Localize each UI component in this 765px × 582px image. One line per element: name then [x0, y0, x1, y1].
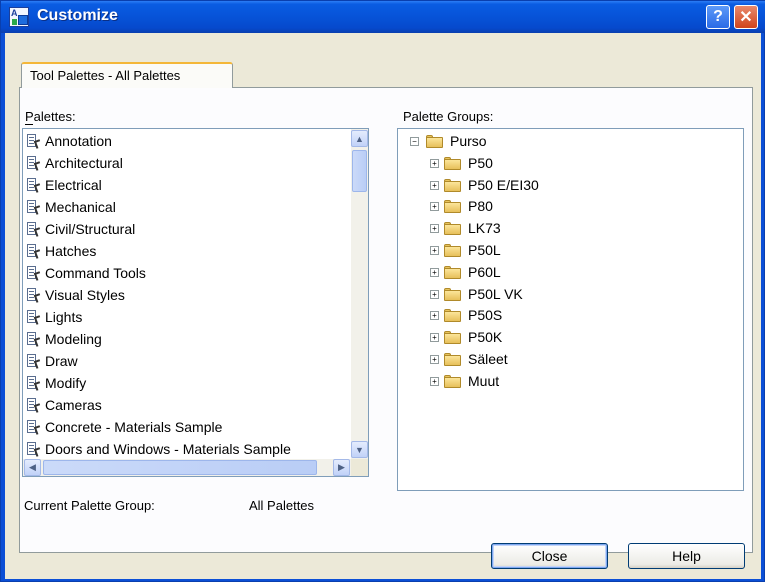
palette-name: Concrete - Materials Sample	[45, 419, 223, 435]
dialog-client-area: Tool Palettes - All Palettes Palettes: D…	[5, 33, 761, 579]
expand-toggle-icon[interactable]: +	[430, 224, 439, 234]
folder-icon	[444, 178, 461, 192]
tab-tool-palettes[interactable]: Tool Palettes - All Palettes	[21, 62, 233, 88]
tree-node-label: P80	[468, 198, 493, 215]
tool-palette-icon	[27, 442, 43, 457]
current-palette-group-value: All Palettes	[249, 498, 315, 513]
palette-name: Visual Styles	[45, 287, 125, 303]
expand-toggle-icon[interactable]: +	[430, 355, 439, 364]
tree-node-label: P50K	[468, 329, 503, 346]
scrollbar-corner	[351, 459, 368, 476]
expand-toggle-icon[interactable]: +	[430, 158, 439, 168]
title-bar[interactable]: A Customize ? ✕	[1, 1, 765, 33]
palette-name: Annotation	[45, 133, 112, 149]
tool-palette-icon	[27, 398, 43, 413]
tree-node-label: P60L	[468, 263, 501, 280]
tree-node-label: P50 E/EI30	[468, 176, 539, 193]
palette-name: Modeling	[45, 331, 102, 347]
folder-icon	[444, 374, 461, 388]
customize-dialog: A Customize ? ✕ Tool Palettes - All Pale…	[0, 0, 765, 582]
tree-node-label: P50L VK	[468, 285, 523, 302]
palette-groups-tree[interactable]: − Purso + P50 + P50 E/EI30 + P80 + LK73 + P50L + P60L…	[397, 128, 744, 491]
tool-palette-icon	[27, 310, 43, 325]
tree-node-label: Muut	[468, 372, 500, 389]
folder-icon	[444, 265, 461, 279]
help-button-label: Help	[672, 548, 701, 564]
tool-palette-icon	[27, 420, 43, 435]
folder-icon	[444, 156, 461, 170]
scroll-up-button[interactable]: ▲	[351, 130, 368, 147]
help-button[interactable]: Help	[628, 543, 745, 569]
help-title-button[interactable]: ?	[706, 5, 730, 29]
scroll-left-button[interactable]: ◀	[24, 459, 41, 476]
tree-node-label: P50L	[468, 242, 501, 258]
palette-name: Draw	[45, 353, 78, 369]
expand-toggle-icon[interactable]: +	[430, 333, 439, 343]
tool-palette-icon	[27, 244, 43, 259]
tab-join	[22, 86, 232, 88]
folder-icon	[444, 309, 461, 323]
palettes-label: Palettes:	[25, 109, 76, 124]
tool-palette-icon	[27, 288, 43, 303]
folder-icon	[444, 244, 461, 257]
palette-groups-label: Palette Groups:	[403, 109, 493, 124]
palette-name: Modify	[45, 375, 87, 391]
palette-name: Hatches	[45, 243, 97, 259]
collapse-toggle-icon[interactable]: −	[410, 137, 419, 146]
expand-toggle-icon[interactable]: +	[430, 202, 439, 212]
tool-palette-icon	[27, 200, 43, 215]
palette-name: Civil/Structural	[45, 221, 136, 237]
palette-name: Electrical	[45, 177, 102, 193]
palette-name: Doors and Windows - Materials Sample	[45, 441, 291, 457]
scroll-right-button[interactable]: ▶	[333, 459, 350, 476]
palettes-mnemonic-underline	[25, 124, 33, 125]
expand-toggle-icon[interactable]: +	[430, 311, 439, 321]
folder-icon	[444, 200, 461, 214]
palettes-scroll-thumb[interactable]	[352, 150, 367, 192]
folder-icon	[444, 222, 461, 236]
application-icon: A	[9, 7, 29, 27]
expand-toggle-icon[interactable]: +	[430, 376, 439, 386]
close-button-label: Close	[531, 548, 568, 564]
palettes-listbox[interactable]: Doors and Windows - Materials Sample Conc…	[22, 128, 369, 477]
tool-palette-icon	[27, 222, 43, 237]
palette-name: Lights	[45, 309, 83, 325]
palette-name: Command Tools	[45, 265, 146, 281]
tool-palette-icon	[27, 178, 43, 193]
expand-toggle-icon[interactable]: +	[430, 267, 439, 277]
tool-palette-icon	[27, 266, 43, 281]
expand-toggle-icon[interactable]: +	[430, 246, 439, 255]
folder-icon	[426, 135, 443, 148]
palette-name: Cameras	[45, 397, 102, 413]
expand-toggle-icon[interactable]: +	[430, 180, 439, 190]
folder-icon	[444, 287, 461, 301]
scroll-down-button[interactable]: ▼	[351, 441, 368, 458]
tool-palette-icon	[27, 376, 43, 391]
tree-node-label: P50S	[468, 307, 503, 324]
tree-node-label: Purso	[450, 133, 487, 149]
tool-palette-icon	[27, 134, 43, 149]
tree-node-label: P50	[468, 154, 493, 171]
tool-palette-icon	[27, 354, 43, 369]
tree-node-label: LK73	[468, 220, 501, 237]
palette-groups-label-text: Palette Groups:	[403, 109, 494, 124]
expand-toggle-icon[interactable]: +	[430, 289, 439, 299]
close-button[interactable]: Close	[491, 543, 608, 569]
palettes-label-text: Palettes:	[25, 109, 76, 124]
palette-name: Mechanical	[45, 199, 116, 215]
tool-palette-icon	[27, 156, 43, 171]
tool-palette-icon	[27, 332, 43, 347]
close-title-button[interactable]: ✕	[734, 5, 758, 29]
palettes-hscroll-thumb[interactable]	[43, 460, 317, 475]
window-title: Customize	[37, 7, 118, 24]
current-palette-group-label: Current Palette Group:	[24, 498, 155, 513]
palette-name: Architectural	[45, 155, 123, 171]
tab-label: Tool Palettes - All Palettes	[30, 68, 181, 83]
tree-node-label: Säleet	[468, 351, 508, 367]
palettes-vertical-scrollbar[interactable]: ▲ ▼	[351, 129, 368, 459]
palettes-horizontal-scrollbar[interactable]: ◀ ▶	[23, 459, 368, 476]
folder-icon	[444, 331, 461, 345]
folder-icon	[444, 353, 461, 366]
